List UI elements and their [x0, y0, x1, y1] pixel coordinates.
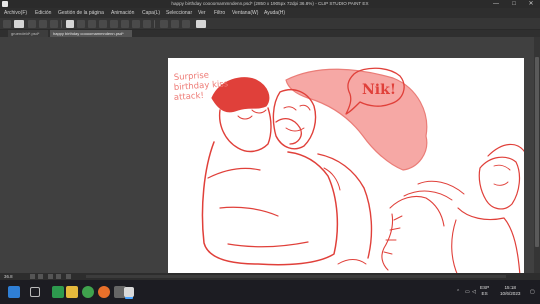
minimize-button[interactable]: —: [488, 0, 504, 8]
zoom-level[interactable]: 36.8: [4, 274, 13, 279]
transform-icon[interactable]: [132, 20, 140, 28]
zoom-out-icon[interactable]: [30, 274, 35, 279]
clear-icon[interactable]: [88, 20, 96, 28]
chrome-icon[interactable]: [82, 286, 94, 298]
zoom-in-icon[interactable]: [38, 274, 43, 279]
undo-icon[interactable]: [66, 20, 74, 28]
deselect-icon[interactable]: [160, 20, 168, 28]
menu-ventana[interactable]: Ventana(W): [232, 10, 258, 16]
document-tab-bar: gruendeld*.psd* happy birthday coooomamm…: [0, 30, 540, 37]
clip-studio-icon[interactable]: [196, 20, 206, 28]
copy-icon[interactable]: [110, 20, 118, 28]
sketch-artwork: Surprise birthday kiss attack! Nik!: [174, 67, 524, 276]
maximize-button[interactable]: □: [506, 0, 522, 8]
title-bar: happy birthday coooomammndenn.psd* (2850…: [0, 0, 540, 8]
window-title: happy birthday coooomammndenn.psd* (2850…: [171, 1, 369, 6]
file-explorer-icon[interactable]: [66, 286, 78, 298]
menu-ver[interactable]: Ver: [198, 10, 206, 16]
status-bar: 36.8: [0, 273, 540, 280]
clock[interactable]: 15:18 10/6/2023: [500, 285, 520, 297]
menu-ayuda[interactable]: Ayuda(H): [264, 10, 285, 16]
language-indicator[interactable]: ESP ES: [480, 285, 489, 297]
tab-happy-birthday[interactable]: happy birthday coooomammndenn.psd*: [50, 30, 132, 37]
app-menu-icon[interactable]: [3, 20, 11, 28]
menu-capa[interactable]: Capa(L): [142, 10, 160, 16]
show-selection-icon[interactable]: [182, 20, 190, 28]
tray-chevron-icon[interactable]: ⌃: [456, 289, 460, 295]
menu-seleccionar[interactable]: Seleccionar: [166, 10, 192, 16]
menu-archivo[interactable]: Archivo(F): [4, 10, 27, 16]
windows-taskbar: ⌃ ▭ ◁ ESP ES 15:18 10/6/2023 ▢: [0, 280, 540, 304]
clip-studio-taskbar-icon[interactable]: [124, 287, 134, 297]
open-file-icon[interactable]: [39, 20, 47, 28]
cut-icon[interactable]: [99, 20, 107, 28]
rotate-right-icon[interactable]: [56, 274, 61, 279]
vertical-scrollbar[interactable]: [534, 37, 540, 273]
volume-icon[interactable]: ◁: [472, 289, 476, 295]
save-icon[interactable]: [50, 20, 58, 28]
xbox-icon[interactable]: [52, 286, 64, 298]
camera-icon[interactable]: [14, 20, 24, 28]
horizontal-scrollbar[interactable]: [86, 275, 506, 278]
network-icon[interactable]: ▭: [465, 289, 470, 295]
redo-icon[interactable]: [77, 20, 85, 28]
drawing-canvas[interactable]: Surprise birthday kiss attack! Nik!: [168, 58, 524, 276]
canvas-note-line-3: attack!: [174, 91, 205, 103]
task-view-icon[interactable]: [30, 287, 40, 297]
toolbar-divider: [154, 20, 155, 28]
menu-edicion[interactable]: Edición: [35, 10, 51, 16]
fill-icon[interactable]: [143, 20, 151, 28]
speech-bubble-text: Nik!: [362, 82, 396, 98]
notification-icon[interactable]: ▢: [530, 289, 535, 295]
paste-icon[interactable]: [121, 20, 129, 28]
firefox-icon[interactable]: [98, 286, 110, 298]
new-file-icon[interactable]: [28, 20, 36, 28]
flip-icon[interactable]: [66, 274, 71, 279]
tab-gruendeld[interactable]: gruendeld*.psd*: [8, 30, 48, 37]
menu-bar: Archivo(F) Edición Gestión de la página …: [0, 8, 540, 18]
menu-animacion[interactable]: Animación: [111, 10, 134, 16]
menu-gestion-pagina[interactable]: Gestión de la página: [58, 10, 104, 16]
close-button[interactable]: ✕: [523, 0, 539, 8]
toolbar-divider: [61, 20, 62, 28]
command-bar: [0, 18, 540, 30]
menu-filtro[interactable]: Filtro: [214, 10, 225, 16]
workspace: Surprise birthday kiss attack! Nik!: [0, 37, 540, 276]
rotate-left-icon[interactable]: [48, 274, 53, 279]
invert-selection-icon[interactable]: [171, 20, 179, 28]
windows-start-icon[interactable]: [8, 286, 20, 298]
vertical-scrollbar-thumb[interactable]: [535, 57, 539, 247]
